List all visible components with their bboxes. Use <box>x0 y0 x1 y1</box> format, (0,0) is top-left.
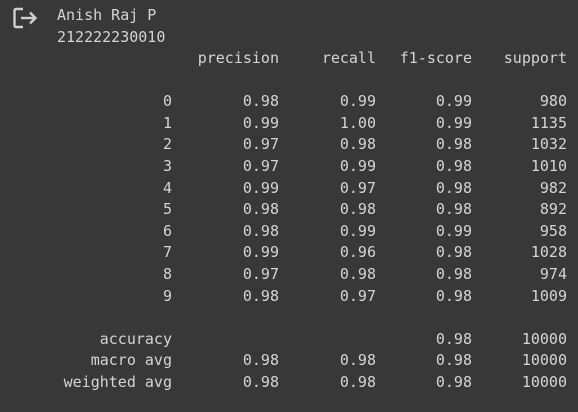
recall-value: 0.97 <box>339 178 376 197</box>
report-spacer <box>57 70 572 92</box>
header-f1-score: f1-score <box>399 49 472 67</box>
summary-row: macro avg 0.98 0.98 0.98 10000 <box>57 350 572 372</box>
support-value: 958 <box>539 221 567 240</box>
f1-score-value: 0.98 <box>435 156 472 175</box>
row-label: 0 <box>162 92 172 111</box>
precision-value: 0.98 <box>242 351 279 370</box>
row-label: 8 <box>162 264 172 283</box>
class-row: 8 0.97 0.98 0.98 974 <box>57 264 572 286</box>
support-value: 982 <box>539 178 567 197</box>
precision-value: 0.99 <box>242 178 279 197</box>
recall-value: 0.98 <box>339 264 376 283</box>
f1-score-value: 0.98 <box>435 200 472 219</box>
f1-score-value: 0.98 <box>435 135 472 154</box>
summary-row: weighted avg 0.98 0.98 0.98 10000 <box>57 372 572 394</box>
row-label: 3 <box>162 156 172 175</box>
row-label: 4 <box>162 178 172 197</box>
support-value: 974 <box>539 264 567 283</box>
output-text-area: Anish Raj P 212222230010 <box>57 5 572 48</box>
class-row: 1 0.99 1.00 0.99 1135 <box>57 113 572 135</box>
class-row: 4 0.99 0.97 0.98 982 <box>57 178 572 200</box>
recall-value: 0.98 <box>339 372 376 391</box>
f1-score-value: 0.99 <box>435 221 472 240</box>
precision-value: 0.97 <box>242 156 279 175</box>
recall-value: 0.96 <box>339 243 376 262</box>
report-header-row: precision recall f1-score support <box>57 48 572 70</box>
recall-value: 0.99 <box>339 221 376 240</box>
precision-value: 0.99 <box>242 243 279 262</box>
f1-score-value: 0.99 <box>435 92 472 111</box>
header-support: support <box>503 49 567 67</box>
row-label: 6 <box>162 221 172 240</box>
class-row: 0 0.98 0.99 0.99 980 <box>57 91 572 113</box>
f1-score-value: 0.98 <box>435 286 472 305</box>
row-label: 2 <box>162 135 172 154</box>
support-value: 10000 <box>521 351 567 370</box>
row-label: 7 <box>162 243 172 262</box>
precision-value: 0.98 <box>242 92 279 111</box>
f1-score-value: 0.99 <box>435 113 472 132</box>
report-spacer <box>57 307 572 329</box>
support-value: 1135 <box>530 113 567 132</box>
row-label: 9 <box>162 286 172 305</box>
f1-score-value: 0.98 <box>435 243 472 262</box>
class-row: 9 0.98 0.97 0.98 1009 <box>57 286 572 308</box>
support-value: 10000 <box>521 372 567 391</box>
class-row: 2 0.97 0.98 0.98 1032 <box>57 134 572 156</box>
support-value: 980 <box>539 92 567 111</box>
summary-rows: accuracy 0.98 10000 macro avg 0.98 0.98 0.98 10… <box>57 329 572 394</box>
recall-value: 0.97 <box>339 286 376 305</box>
header-recall: recall <box>321 49 376 67</box>
f1-score-value: 0.98 <box>435 264 472 283</box>
recall-value: 0.99 <box>339 92 376 111</box>
support-value: 1028 <box>530 243 567 262</box>
f1-score-value: 0.98 <box>435 351 472 370</box>
row-label: weighted avg <box>63 372 172 391</box>
support-value: 1010 <box>530 156 567 175</box>
row-label: 1 <box>162 113 172 132</box>
precision-value: 0.97 <box>242 264 279 283</box>
output-exit-icon[interactable] <box>12 6 40 30</box>
recall-value: 0.99 <box>339 156 376 175</box>
student-name: Anish Raj P <box>57 6 157 24</box>
recall-value: 1.00 <box>339 113 376 132</box>
precision-value: 0.98 <box>242 221 279 240</box>
class-row: 3 0.97 0.99 0.98 1010 <box>57 156 572 178</box>
classification-report: precision recall f1-score support 0 0.98 0… <box>57 48 572 394</box>
row-label: 5 <box>162 200 172 219</box>
class-row: 7 0.99 0.96 0.98 1028 <box>57 242 572 264</box>
summary-row: accuracy 0.98 10000 <box>57 329 572 351</box>
support-value: 10000 <box>521 329 567 348</box>
header-precision: precision <box>197 49 279 67</box>
support-value: 1032 <box>530 135 567 154</box>
support-value: 892 <box>539 200 567 219</box>
precision-value: 0.98 <box>242 286 279 305</box>
class-rows: 0 0.98 0.99 0.99 980 1 0.99 1.00 0.99 1135 2 0.97 0.… <box>57 91 572 307</box>
precision-value: 0.98 <box>242 372 279 391</box>
class-row: 6 0.98 0.99 0.99 958 <box>57 221 572 243</box>
student-id: 212222230010 <box>57 27 166 46</box>
recall-value: 0.98 <box>339 200 376 219</box>
support-value: 1009 <box>530 286 567 305</box>
precision-value: 0.99 <box>242 113 279 132</box>
class-row: 5 0.98 0.98 0.98 892 <box>57 199 572 221</box>
row-label: macro avg <box>90 351 172 370</box>
precision-value: 0.97 <box>242 135 279 154</box>
recall-value: 0.98 <box>339 351 376 370</box>
precision-value: 0.98 <box>242 200 279 219</box>
row-label: accuracy <box>99 329 172 348</box>
f1-score-value: 0.98 <box>435 372 472 391</box>
f1-score-value: 0.98 <box>435 178 472 197</box>
recall-value: 0.98 <box>339 135 376 154</box>
f1-score-value: 0.98 <box>435 329 472 348</box>
